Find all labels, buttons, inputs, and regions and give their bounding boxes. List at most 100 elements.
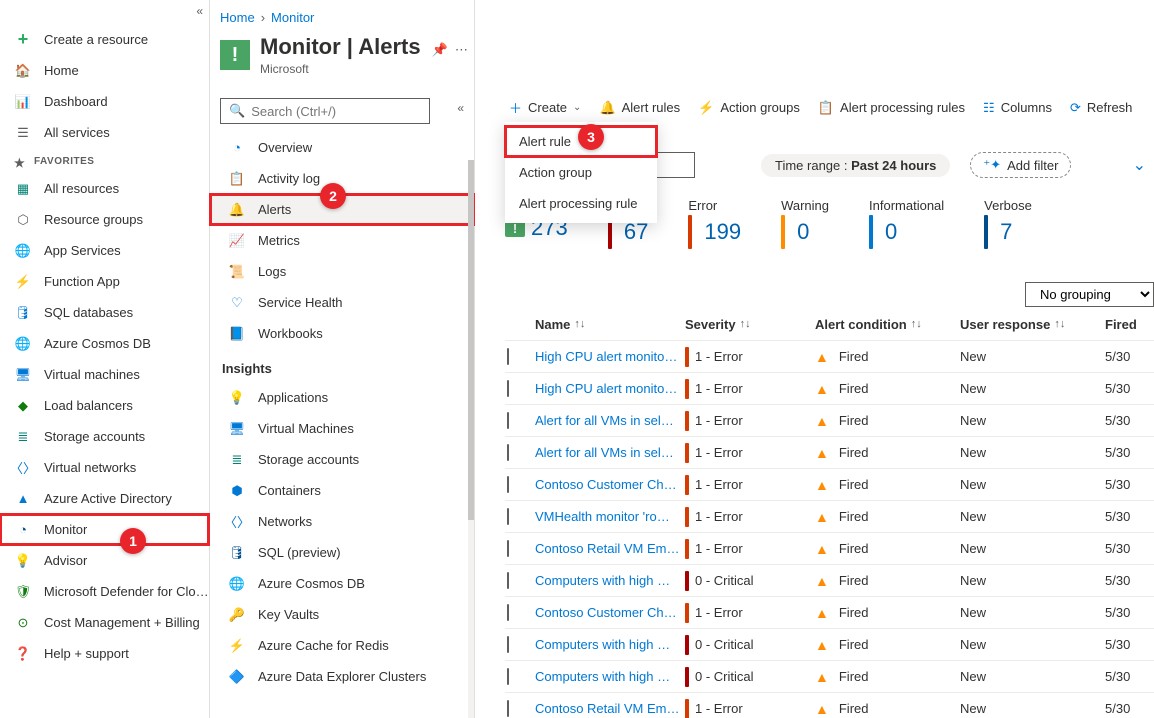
- nav-all-services[interactable]: ☰ All services: [0, 117, 209, 148]
- nav-azure-active-directory[interactable]: ▲Azure Active Directory: [0, 483, 209, 514]
- insights-azure-data-explorer-clusters[interactable]: 🔷Azure Data Explorer Clusters: [210, 661, 474, 692]
- stat-error[interactable]: Error 199: [688, 198, 741, 249]
- table-row[interactable]: Contoso Retail VM Em…1 - Error▲FiredNew5…: [505, 692, 1154, 718]
- stat-verbose[interactable]: Verbose 7: [984, 198, 1032, 249]
- nav-app-services[interactable]: 🌐App Services: [0, 235, 209, 266]
- col-severity[interactable]: Severity↑↓: [685, 317, 815, 332]
- table-row[interactable]: VMHealth monitor 'ro…1 - Error▲FiredNew5…: [505, 500, 1154, 532]
- alert-rules-button[interactable]: 🔔 Alert rules: [599, 100, 680, 116]
- table-row[interactable]: Computers with high …0 - Critical▲FiredN…: [505, 564, 1154, 596]
- alert-name-link[interactable]: Contoso Customer Ch…: [535, 605, 685, 620]
- alert-name-link[interactable]: Contoso Customer Ch…: [535, 477, 685, 492]
- nav-virtual-machines[interactable]: 🖥Virtual machines: [0, 359, 209, 390]
- resnav-workbooks[interactable]: 📘Workbooks: [210, 318, 474, 349]
- nav-storage-accounts[interactable]: ≣Storage accounts: [0, 421, 209, 452]
- insights-label: Azure Cache for Redis: [258, 638, 389, 653]
- nav-azure-cosmos-db[interactable]: 🌐Azure Cosmos DB: [0, 328, 209, 359]
- columns-button[interactable]: ☷ Columns: [983, 100, 1052, 116]
- nav-help-support[interactable]: ❓Help + support: [0, 638, 209, 669]
- row-checkbox[interactable]: [507, 668, 509, 685]
- stat-informational[interactable]: Informational 0: [869, 198, 944, 249]
- row-checkbox[interactable]: [507, 412, 509, 429]
- insights-applications[interactable]: 💡Applications: [210, 382, 474, 413]
- scrollbar-thumb[interactable]: [468, 160, 474, 520]
- alert-name-link[interactable]: Computers with high …: [535, 573, 685, 588]
- row-checkbox[interactable]: [507, 700, 509, 717]
- search-input[interactable]: [251, 104, 427, 119]
- insights-virtual-machines[interactable]: 🖥Virtual Machines: [210, 413, 474, 444]
- table-row[interactable]: Alert for all VMs in sel…1 - Error▲Fired…: [505, 436, 1154, 468]
- insights-networks[interactable]: 〈〉Networks: [210, 506, 474, 537]
- alert-name-link[interactable]: Alert for all VMs in sel…: [535, 413, 685, 428]
- resnav-logs[interactable]: 📜Logs: [210, 256, 474, 287]
- nav-all-resources[interactable]: ▦All resources: [0, 173, 209, 204]
- alert-name-link[interactable]: Contoso Retail VM Em…: [535, 541, 685, 556]
- time-range-pill[interactable]: Time range : Past 24 hours: [761, 154, 950, 177]
- table-row[interactable]: High CPU alert monito…1 - Error▲FiredNew…: [505, 340, 1154, 372]
- col-name[interactable]: Name↑↓: [535, 317, 685, 332]
- row-checkbox[interactable]: [507, 348, 509, 365]
- table-row[interactable]: Alert for all VMs in sel…1 - Error▲Fired…: [505, 404, 1154, 436]
- table-row[interactable]: Contoso Retail VM Em…1 - Error▲FiredNew5…: [505, 532, 1154, 564]
- table-row[interactable]: High CPU alert monito…1 - Error▲FiredNew…: [505, 372, 1154, 404]
- insights-azure-cache-for-redis[interactable]: ⚡Azure Cache for Redis: [210, 630, 474, 661]
- insights-sql-preview-[interactable]: 🛢SQL (preview): [210, 537, 474, 568]
- nav-load-balancers[interactable]: ◆Load balancers: [0, 390, 209, 421]
- alert-processing-rules-button[interactable]: 📋 Alert processing rules: [818, 100, 965, 116]
- insights-key-vaults[interactable]: 🔑Key Vaults: [210, 599, 474, 630]
- table-row[interactable]: Computers with high …0 - Critical▲FiredN…: [505, 660, 1154, 692]
- nav-home[interactable]: 🏠 Home: [0, 55, 209, 86]
- resnav-overview[interactable]: ◔Overview: [210, 132, 474, 163]
- row-checkbox[interactable]: [507, 476, 509, 493]
- row-checkbox[interactable]: [507, 636, 509, 653]
- nav-microsoft-defender-for-cloud[interactable]: 🛡Microsoft Defender for Cloud: [0, 576, 209, 607]
- alert-name-link[interactable]: Computers with high …: [535, 669, 685, 684]
- col-condition[interactable]: Alert condition↑↓: [815, 317, 960, 332]
- action-groups-button[interactable]: ⚡ Action groups: [698, 100, 800, 116]
- collapse-nav-icon[interactable]: «: [196, 4, 203, 18]
- collapse-resource-nav-icon[interactable]: «: [457, 101, 464, 115]
- scrollbar[interactable]: [468, 160, 474, 718]
- row-checkbox[interactable]: [507, 508, 509, 525]
- row-checkbox[interactable]: [507, 380, 509, 397]
- table-row[interactable]: Computers with high …0 - Critical▲FiredN…: [505, 628, 1154, 660]
- response-cell: New: [960, 445, 1105, 460]
- nav-function-app[interactable]: ⚡Function App: [0, 266, 209, 297]
- alert-name-link[interactable]: High CPU alert monito…: [535, 381, 685, 396]
- row-checkbox[interactable]: [507, 444, 509, 461]
- nav-advisor[interactable]: 💡Advisor: [0, 545, 209, 576]
- nav-monitor[interactable]: ◔Monitor: [0, 514, 209, 545]
- table-row[interactable]: Contoso Customer Ch…1 - Error▲FiredNew5/…: [505, 468, 1154, 500]
- create-button[interactable]: ＋ Create ⌄: [509, 98, 581, 117]
- stat-warning[interactable]: Warning 0: [781, 198, 829, 249]
- resnav-service-health[interactable]: ♡Service Health: [210, 287, 474, 318]
- insights-containers[interactable]: ⬢Containers: [210, 475, 474, 506]
- alert-name-link[interactable]: Computers with high …: [535, 637, 685, 652]
- col-response[interactable]: User response↑↓: [960, 317, 1105, 332]
- add-filter-button[interactable]: ⁺✦ Add filter: [970, 152, 1071, 178]
- refresh-button[interactable]: ⟳ Refresh: [1070, 100, 1132, 116]
- insights-azure-cosmos-db[interactable]: 🌐Azure Cosmos DB: [210, 568, 474, 599]
- chevron-down-icon[interactable]: ⌄: [1133, 155, 1146, 175]
- row-checkbox[interactable]: [507, 540, 509, 557]
- nav-sql-databases[interactable]: 🛢SQL databases: [0, 297, 209, 328]
- col-fired[interactable]: Fired: [1105, 317, 1154, 332]
- nav-dashboard[interactable]: 📊 Dashboard: [0, 86, 209, 117]
- row-checkbox[interactable]: [507, 572, 509, 589]
- nav-virtual-networks[interactable]: 〈〉Virtual networks: [0, 452, 209, 483]
- resnav-metrics[interactable]: 📈Metrics: [210, 225, 474, 256]
- resource-search[interactable]: 🔍: [220, 98, 430, 124]
- grouping-select[interactable]: No grouping: [1025, 282, 1154, 307]
- create-processing-rule-item[interactable]: Alert processing rule: [505, 188, 657, 219]
- row-checkbox[interactable]: [507, 604, 509, 621]
- alert-name-link[interactable]: Alert for all VMs in sel…: [535, 445, 685, 460]
- create-action-group-item[interactable]: Action group: [505, 157, 657, 188]
- table-row[interactable]: Contoso Customer Ch…1 - Error▲FiredNew5/…: [505, 596, 1154, 628]
- alert-name-link[interactable]: Contoso Retail VM Em…: [535, 701, 685, 716]
- insights-storage-accounts[interactable]: ≣Storage accounts: [210, 444, 474, 475]
- nav-create-resource[interactable]: + Create a resource: [0, 24, 209, 55]
- alert-name-link[interactable]: VMHealth monitor 'ro…: [535, 509, 685, 524]
- nav-resource-groups[interactable]: ⬡Resource groups: [0, 204, 209, 235]
- alert-name-link[interactable]: High CPU alert monito…: [535, 349, 685, 364]
- nav-cost-management-billing[interactable]: ⊙Cost Management + Billing: [0, 607, 209, 638]
